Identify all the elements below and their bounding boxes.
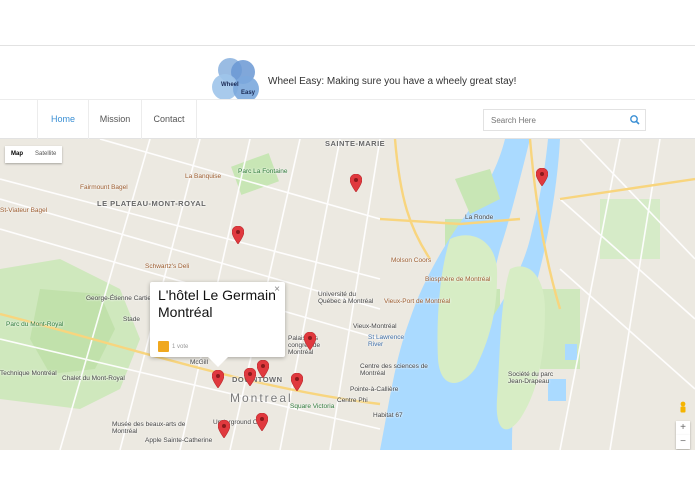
map-label: Biosphère de Montréal [425,276,491,283]
zoom-in-button[interactable]: + [676,421,690,435]
nav-divider [196,100,197,139]
hotel-pin[interactable] [536,168,548,186]
search-box [483,109,646,131]
vote-count: 1 vote [158,341,188,352]
tagline: Wheel Easy: Making sure you have a wheel… [268,76,517,87]
info-window-title: L'hôtel Le Germain Montréal [158,287,276,320]
page-footer-space [0,450,695,494]
hotel-pin[interactable] [256,413,268,431]
hotel-pin[interactable] [232,226,244,244]
map-label: Schwartz's Deli [145,263,190,270]
map-label: Société du parc Jean-Drapeau [508,371,554,385]
hotel-pin[interactable] [304,332,316,350]
nav-home[interactable]: Home [38,100,88,139]
map-label: St Lawrence River [368,334,405,348]
map-label: Habitat 67 [373,412,403,419]
hotel-pin[interactable] [218,420,230,438]
map-label: Centre des sciences de Montréal [360,363,428,377]
map-label: La Banquise [185,173,222,180]
brand-bar: Wheel Easy Wheel Easy: Making sure you h… [0,46,695,102]
map-type-satellite[interactable]: Satellite [29,146,62,163]
map-label: Centre Phi [337,397,368,404]
map-label: Stade [123,316,140,323]
map-label: Chalet du Mont-Royal [62,375,125,382]
map-label: Square Victoria [290,403,335,410]
nav-mission[interactable]: Mission [89,100,141,139]
map-label: Molson Coors [391,257,432,264]
navbar: Home Mission Contact [0,99,695,139]
zoom-out-button[interactable]: − [676,435,690,449]
hotel-pin[interactable] [291,373,303,391]
vote-swatch [158,341,169,352]
hotel-pin[interactable] [350,174,362,192]
info-window: L'hôtel Le Germain Montréal × 1 vote [150,282,285,367]
map-label: Vieux-Port de Montréal [384,298,451,305]
map-label: Musée des beaux-arts de Montréal [112,421,186,435]
hotel-pin[interactable] [244,368,256,386]
map-type-map[interactable]: Map [5,146,29,163]
map-label: La Ronde [465,214,494,221]
map-label: SAINTE-MARIE [325,139,386,148]
map-label: Apple Sainte-Catherine [145,437,213,444]
close-icon[interactable]: × [274,284,280,295]
map-label: Montreal [230,391,293,405]
map-label: McGill [190,359,209,366]
search-input[interactable] [484,110,624,131]
map-label: Université du Québec à Montréal [318,291,374,305]
map-type-control: Map Satellite [5,146,63,163]
map-label: Parc La Fontaine [238,168,288,175]
map-label: Technique Montréal [0,370,57,377]
map-label: Parc du Mont-Royal [6,321,64,328]
map-label: Fairmount Bagel [80,184,128,191]
logo-text-top: Wheel [221,82,239,88]
vote-label: 1 vote [172,343,189,350]
hotel-pin[interactable] [257,360,269,378]
map-label: Pointe-à-Callière [350,386,399,393]
map-label: St-Viateur Bagel [0,207,48,214]
map-label: George-Étienne Cartier [86,295,154,302]
pegman-icon[interactable] [677,401,689,415]
logo-text-bottom: Easy [241,90,256,96]
hotel-pin[interactable] [212,370,224,388]
map-label: LE PLATEAU-MONT-ROYAL [97,199,207,208]
map[interactable]: Map Satellite SAINTE-MARIE LE PLATEAU-MO… [0,139,695,450]
nav-contact[interactable]: Contact [142,100,196,139]
map-label: Vieux-Montréal [353,323,397,330]
search-icon[interactable] [628,113,642,127]
